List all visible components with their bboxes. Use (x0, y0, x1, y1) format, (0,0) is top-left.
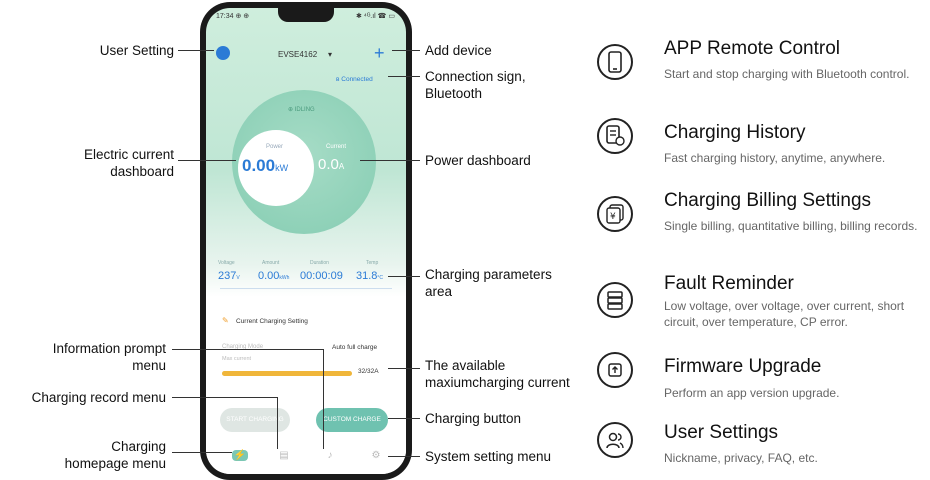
label-electric-current-1: Electric current (83, 147, 174, 162)
phone-mockup: 17:34 ⊕ ⊕ ✱ ⁴ᴳ.ıl ☎ ▭ EVSE4162 ▾ + ʙ Con… (200, 2, 412, 480)
label-charging-home-1: Charging (111, 439, 166, 454)
feature-title-fault: Fault Reminder (664, 273, 794, 294)
svg-text:¥: ¥ (610, 212, 616, 222)
status-icons: ✱ ⁴ᴳ.ıl ☎ ▭ (356, 13, 395, 20)
charging-state-label: ⊕ IDLING (288, 107, 315, 113)
label-charging-params-1: Charging parameters (425, 267, 552, 282)
charging-mode-value[interactable]: Auto full charge (332, 344, 377, 351)
label-user-setting: User Setting (99, 43, 174, 58)
leader-line (388, 456, 420, 457)
leader-line (392, 50, 420, 51)
param-duration: 00:00:09 (300, 270, 343, 282)
feature-desc-users: Nickname, privacy, FAQ, etc. (664, 451, 818, 465)
param-amount: 0.00kWh (258, 270, 290, 282)
feature-desc-remote: Start and stop charging with Bluetooth c… (664, 67, 910, 81)
custom-charge-button[interactable]: CUSTOM CHARGE (316, 408, 388, 432)
param-temp: 31.8°C (356, 270, 384, 282)
leader-line (360, 160, 420, 161)
leader-line (178, 160, 236, 161)
current-value: 0.0A (318, 156, 345, 173)
feature-title-firmware: Firmware Upgrade (664, 356, 822, 377)
status-time: 17:34 ⊕ ⊕ (216, 13, 250, 20)
leader-line (388, 418, 420, 419)
max-current-slider[interactable] (222, 371, 352, 376)
param-voltage: 237V (218, 270, 240, 282)
label-information-prompt-1: Information prompt (52, 341, 166, 356)
billing-icon: ¥ (597, 196, 633, 232)
param-label-duration: Duration (310, 260, 329, 266)
max-current-fill (222, 371, 352, 376)
feature-title-remote: APP Remote Control (664, 38, 841, 59)
user-avatar-icon[interactable] (216, 46, 230, 60)
add-device-button[interactable]: + (374, 43, 385, 64)
max-current-value: 32/32A (358, 368, 379, 375)
feature-desc-fault: Low voltage, over voltage, over current,… (664, 299, 905, 329)
current-unit: A (338, 162, 345, 171)
users-icon (597, 422, 633, 458)
leader-line (388, 276, 420, 277)
leader-line (172, 397, 278, 398)
label-charging-home-2: homepage menu (64, 456, 166, 471)
feature-title-users: User Settings (664, 422, 779, 443)
leader-line (323, 349, 324, 449)
label-connection-sign-1: Connection sign, (425, 69, 526, 84)
phone-icon (597, 44, 633, 80)
power-value: 0.00kW (242, 156, 289, 175)
feature-title-billing: Charging Billing Settings (664, 190, 872, 211)
start-charging-button[interactable]: START CHARGING (220, 408, 290, 432)
leader-line (172, 452, 232, 453)
connection-status: ʙ Connected (336, 76, 373, 83)
label-electric-current-2: dashboard (110, 164, 174, 179)
edit-icon: ✎ (222, 316, 229, 325)
label-available-current-2: maxiumcharging current (425, 375, 570, 390)
tab-charging-record[interactable]: ▤ (276, 450, 292, 461)
label-available-current-1: The available (425, 358, 506, 373)
feature-desc-firmware: Perform an app version upgrade. (664, 386, 840, 400)
label-add-device: Add device (425, 43, 492, 58)
power-unit: kW (275, 163, 289, 173)
leader-line (277, 397, 278, 449)
feature-desc-history: Fast charging history, anytime, anywhere… (664, 151, 886, 165)
param-label-amount: Amount (262, 260, 280, 266)
feature-title-history: Charging History (664, 122, 806, 143)
app-screen: 17:34 ⊕ ⊕ ✱ ⁴ᴳ.ıl ☎ ▭ EVSE4162 ▾ + ʙ Con… (206, 8, 406, 474)
label-charging-button: Charging button (425, 411, 522, 426)
label-connection-sign-2: Bluetooth (425, 86, 483, 101)
leader-line (178, 50, 214, 51)
firmware-icon (597, 352, 633, 388)
param-label-voltage: Voltage (218, 260, 235, 266)
label-charging-params-2: area (425, 284, 453, 299)
label-system-setting: System setting menu (425, 449, 552, 464)
divider (220, 288, 392, 289)
label-information-prompt-2: menu (132, 358, 166, 373)
history-icon (597, 118, 633, 154)
feature-desc-billing: Single billing, quantitative billing, bi… (664, 219, 918, 233)
chevron-down-icon[interactable]: ▾ (328, 50, 332, 59)
label-charging-record: Charging record menu (31, 390, 166, 405)
max-current-label: Max current (222, 356, 252, 362)
tab-charging-home[interactable]: ⚡ (232, 450, 248, 461)
leader-line (388, 76, 420, 77)
param-label-temp: Temp (366, 260, 379, 266)
device-name[interactable]: EVSE4162 (278, 50, 317, 59)
current-label: Current (326, 144, 347, 150)
leader-line (172, 349, 324, 350)
power-label: Power (266, 144, 284, 150)
fault-icon (597, 282, 633, 318)
phone-notch (278, 8, 334, 22)
tab-system-setting[interactable]: ⚙ (368, 450, 384, 461)
setting-title: Current Charging Setting (236, 318, 308, 325)
leader-line (388, 368, 420, 369)
tab-information[interactable]: ♪ (322, 450, 338, 461)
label-power-dashboard: Power dashboard (425, 153, 531, 168)
